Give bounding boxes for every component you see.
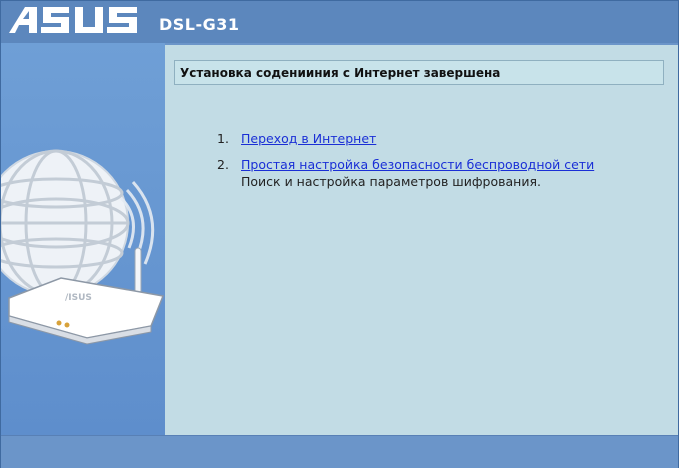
list-item: 1. Переход в Интернет <box>217 131 594 146</box>
list-item: 2. Простая настройка безопасности беспро… <box>217 157 594 189</box>
footer-bar <box>1 435 678 468</box>
content-panel: Установка соденииния с Интернет завершен… <box>165 45 678 435</box>
sidebar: /ISUS <box>1 43 165 435</box>
asus-logo <box>9 7 137 33</box>
header-bar: DSL-G31 <box>1 1 678 43</box>
globe-router-illustration: /ISUS <box>1 149 165 345</box>
svg-text:/ISUS: /ISUS <box>65 293 92 303</box>
model-name: DSL-G31 <box>159 15 240 34</box>
action-list: 1. Переход в Интернет 2. Простая настрой… <box>217 131 594 200</box>
page-frame: DSL-G31 /ISUS Установка соденииния с Инт… <box>0 0 679 468</box>
item-description: Поиск и настройка параметров шифрования. <box>241 174 541 189</box>
go-to-internet-link[interactable]: Переход в Интернет <box>241 131 376 146</box>
page-title: Установка соденииния с Интернет завершен… <box>180 66 501 80</box>
page-title-bar: Установка соденииния с Интернет завершен… <box>174 60 664 85</box>
wireless-security-setup-link[interactable]: Простая настройка безопасности беспровод… <box>241 157 594 172</box>
item-number: 1. <box>217 131 229 146</box>
item-number: 2. <box>217 157 229 172</box>
